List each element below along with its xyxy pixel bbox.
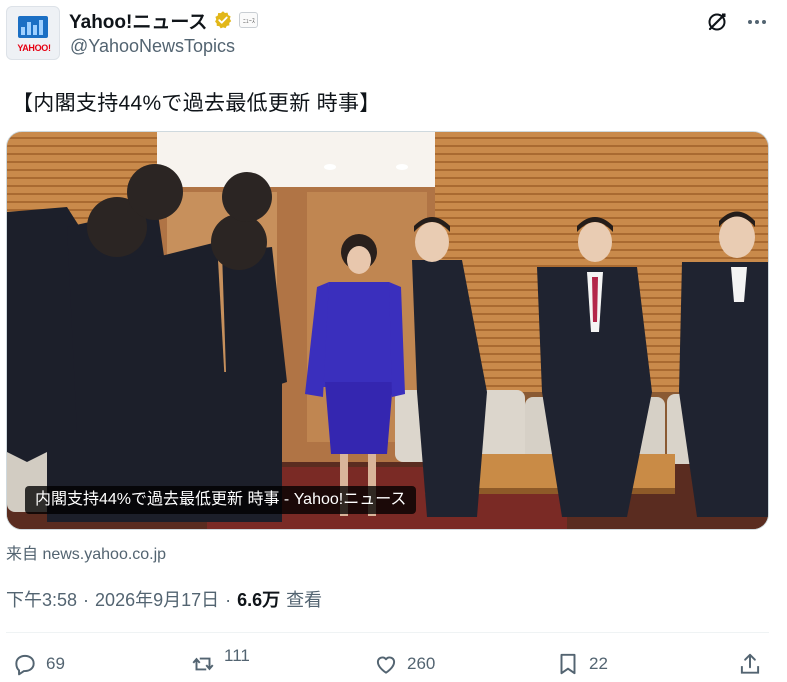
bookmark-button[interactable]: 22 <box>555 651 608 677</box>
display-name[interactable]: Yahoo!ニュース <box>69 7 207 34</box>
card-image <box>7 132 768 529</box>
card-caption[interactable]: 内閣支持44%で過去最低更新 時事 - Yahoo!ニュース <box>25 486 417 514</box>
share-button[interactable] <box>737 651 763 677</box>
tweet-time[interactable]: 下午3:58 <box>6 586 77 612</box>
grok-icon[interactable] <box>705 10 729 34</box>
like-icon <box>376 656 396 674</box>
meta-separator: · <box>83 590 90 610</box>
tweet-text: 【内閣支持44%で過去最低更新 時事】 <box>12 92 381 115</box>
action-bar: 69 111 260 22 <box>0 645 787 681</box>
tweet-meta: 下午3:58 · 2026年9月17日 · 6.6万 查看 <box>6 586 322 612</box>
avatar[interactable]: YAHOO! <box>6 6 60 60</box>
like-count: 260 <box>407 654 436 673</box>
handle[interactable]: @YahooNewsTopics <box>70 36 235 57</box>
name-row: Yahoo!ニュース ﾆｭｰｽ <box>69 7 259 34</box>
link-card[interactable] <box>6 131 769 530</box>
reply-button[interactable]: 69 <box>12 651 65 677</box>
verified-badge-icon[interactable] <box>213 10 233 30</box>
affiliation-badge[interactable]: ﾆｭｰｽ <box>239 12 259 28</box>
views-count: 6.6万 <box>237 590 281 610</box>
card-source[interactable]: 来自 news.yahoo.co.jp <box>6 540 166 564</box>
bookmark-icon <box>560 653 576 675</box>
share-icon <box>740 653 760 674</box>
bookmark-count: 22 <box>589 654 608 673</box>
reply-count: 69 <box>46 654 65 673</box>
views-label: 查看 <box>286 590 323 610</box>
avatar-bars-graphic <box>21 19 45 35</box>
retweet-button[interactable]: 111 <box>190 646 250 677</box>
divider <box>6 632 769 633</box>
retweet-count: 111 <box>224 646 250 665</box>
like-button[interactable]: 260 <box>373 651 435 677</box>
meta-separator: · <box>225 590 232 610</box>
tweet-date[interactable]: 2026年9月17日 <box>95 586 219 612</box>
more-icon[interactable] <box>745 10 769 34</box>
retweet-icon <box>192 657 214 671</box>
reply-icon <box>15 654 35 676</box>
avatar-logo-text: YAHOO! <box>17 43 51 53</box>
top-actions <box>705 10 769 34</box>
